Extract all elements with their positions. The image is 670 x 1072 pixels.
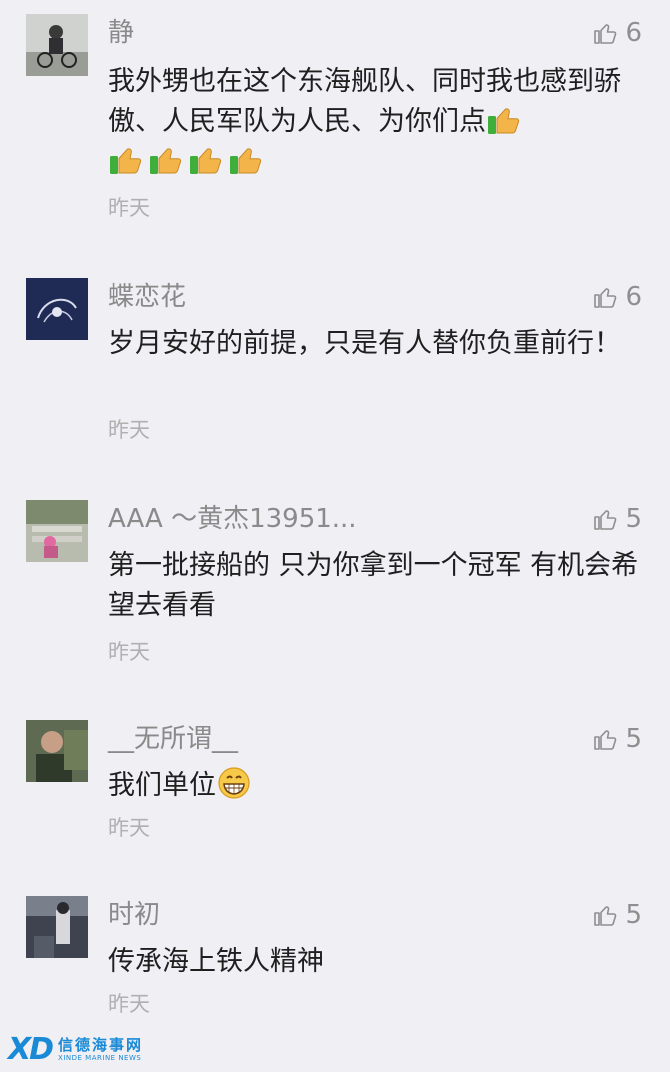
comment-time: 昨天	[108, 418, 150, 442]
thumbs-up-emoji-icon	[486, 102, 522, 136]
like-count: 6	[625, 18, 642, 48]
thumbs-up-icon	[594, 24, 617, 44]
comment-time: 昨天	[108, 196, 150, 220]
thumbs-up-emoji-icon	[108, 142, 144, 176]
like-button[interactable]: 5	[593, 502, 642, 536]
comment-content: 第一批接船的 只为你拿到一个冠军 有机会希望去看看	[108, 550, 639, 621]
watermark-logo: XD	[8, 1031, 54, 1067]
comment-time: 昨天	[108, 640, 150, 664]
like-button[interactable]: 6	[593, 16, 642, 50]
comment-time: 昨天	[108, 816, 150, 840]
thumbs-up-icon	[594, 510, 617, 530]
avatar[interactable]	[26, 14, 88, 76]
comment-time: 昨天	[108, 992, 150, 1016]
avatar[interactable]	[26, 278, 88, 340]
like-count: 5	[625, 900, 642, 930]
nickname[interactable]: 时初	[108, 898, 160, 932]
comment-text: 我外甥也在这个东海舰队、同时我也感到骄傲、人民军队为人民、为你们点	[108, 66, 621, 137]
nickname[interactable]: __无所谓__	[108, 722, 238, 756]
like-count: 5	[625, 724, 642, 754]
watermark-name-en: XINDE MARINE NEWS	[58, 1053, 142, 1062]
like-button[interactable]: 5	[593, 898, 642, 932]
avatar[interactable]	[26, 720, 88, 782]
comment-content: 岁月安好的前提，只是有人替你负重前行！	[108, 328, 621, 359]
watermark-name-cn: 信德海事网	[58, 1035, 144, 1054]
nickname[interactable]: 蝶恋花	[108, 280, 186, 314]
like-button[interactable]: 5	[593, 722, 642, 756]
comment-content: 我外甥也在这个东海舰队、同时我也感到骄傲、人民军队为人民、为你们点	[108, 62, 644, 182]
avatar[interactable]	[26, 500, 88, 562]
thumbs-up-icon	[594, 730, 617, 750]
watermark-text: 信德海事网 XINDE MARINE NEWS	[58, 1036, 143, 1063]
like-button[interactable]: 6	[593, 280, 642, 314]
comment-content: 我们单位	[108, 766, 644, 806]
thumbs-up-icon	[594, 906, 617, 926]
thumbs-up-icon	[594, 288, 617, 308]
thumbs-up-emoji-icon	[188, 142, 224, 176]
nickname[interactable]: 静	[108, 16, 134, 50]
like-count: 5	[625, 504, 642, 534]
thumbs-up-emoji-icon	[148, 142, 184, 176]
thumbs-up-emoji-icon	[228, 142, 264, 176]
nickname[interactable]: AAA ～黄杰13951...	[108, 502, 357, 536]
like-count: 6	[625, 282, 642, 312]
avatar[interactable]	[26, 896, 88, 958]
comment-text: 我们单位	[108, 770, 216, 801]
comment-content: 传承海上铁人精神	[108, 946, 324, 977]
watermark: XD 信德海事网 XINDE MARINE NEWS	[8, 1031, 143, 1067]
grin-emoji-icon	[216, 766, 252, 800]
